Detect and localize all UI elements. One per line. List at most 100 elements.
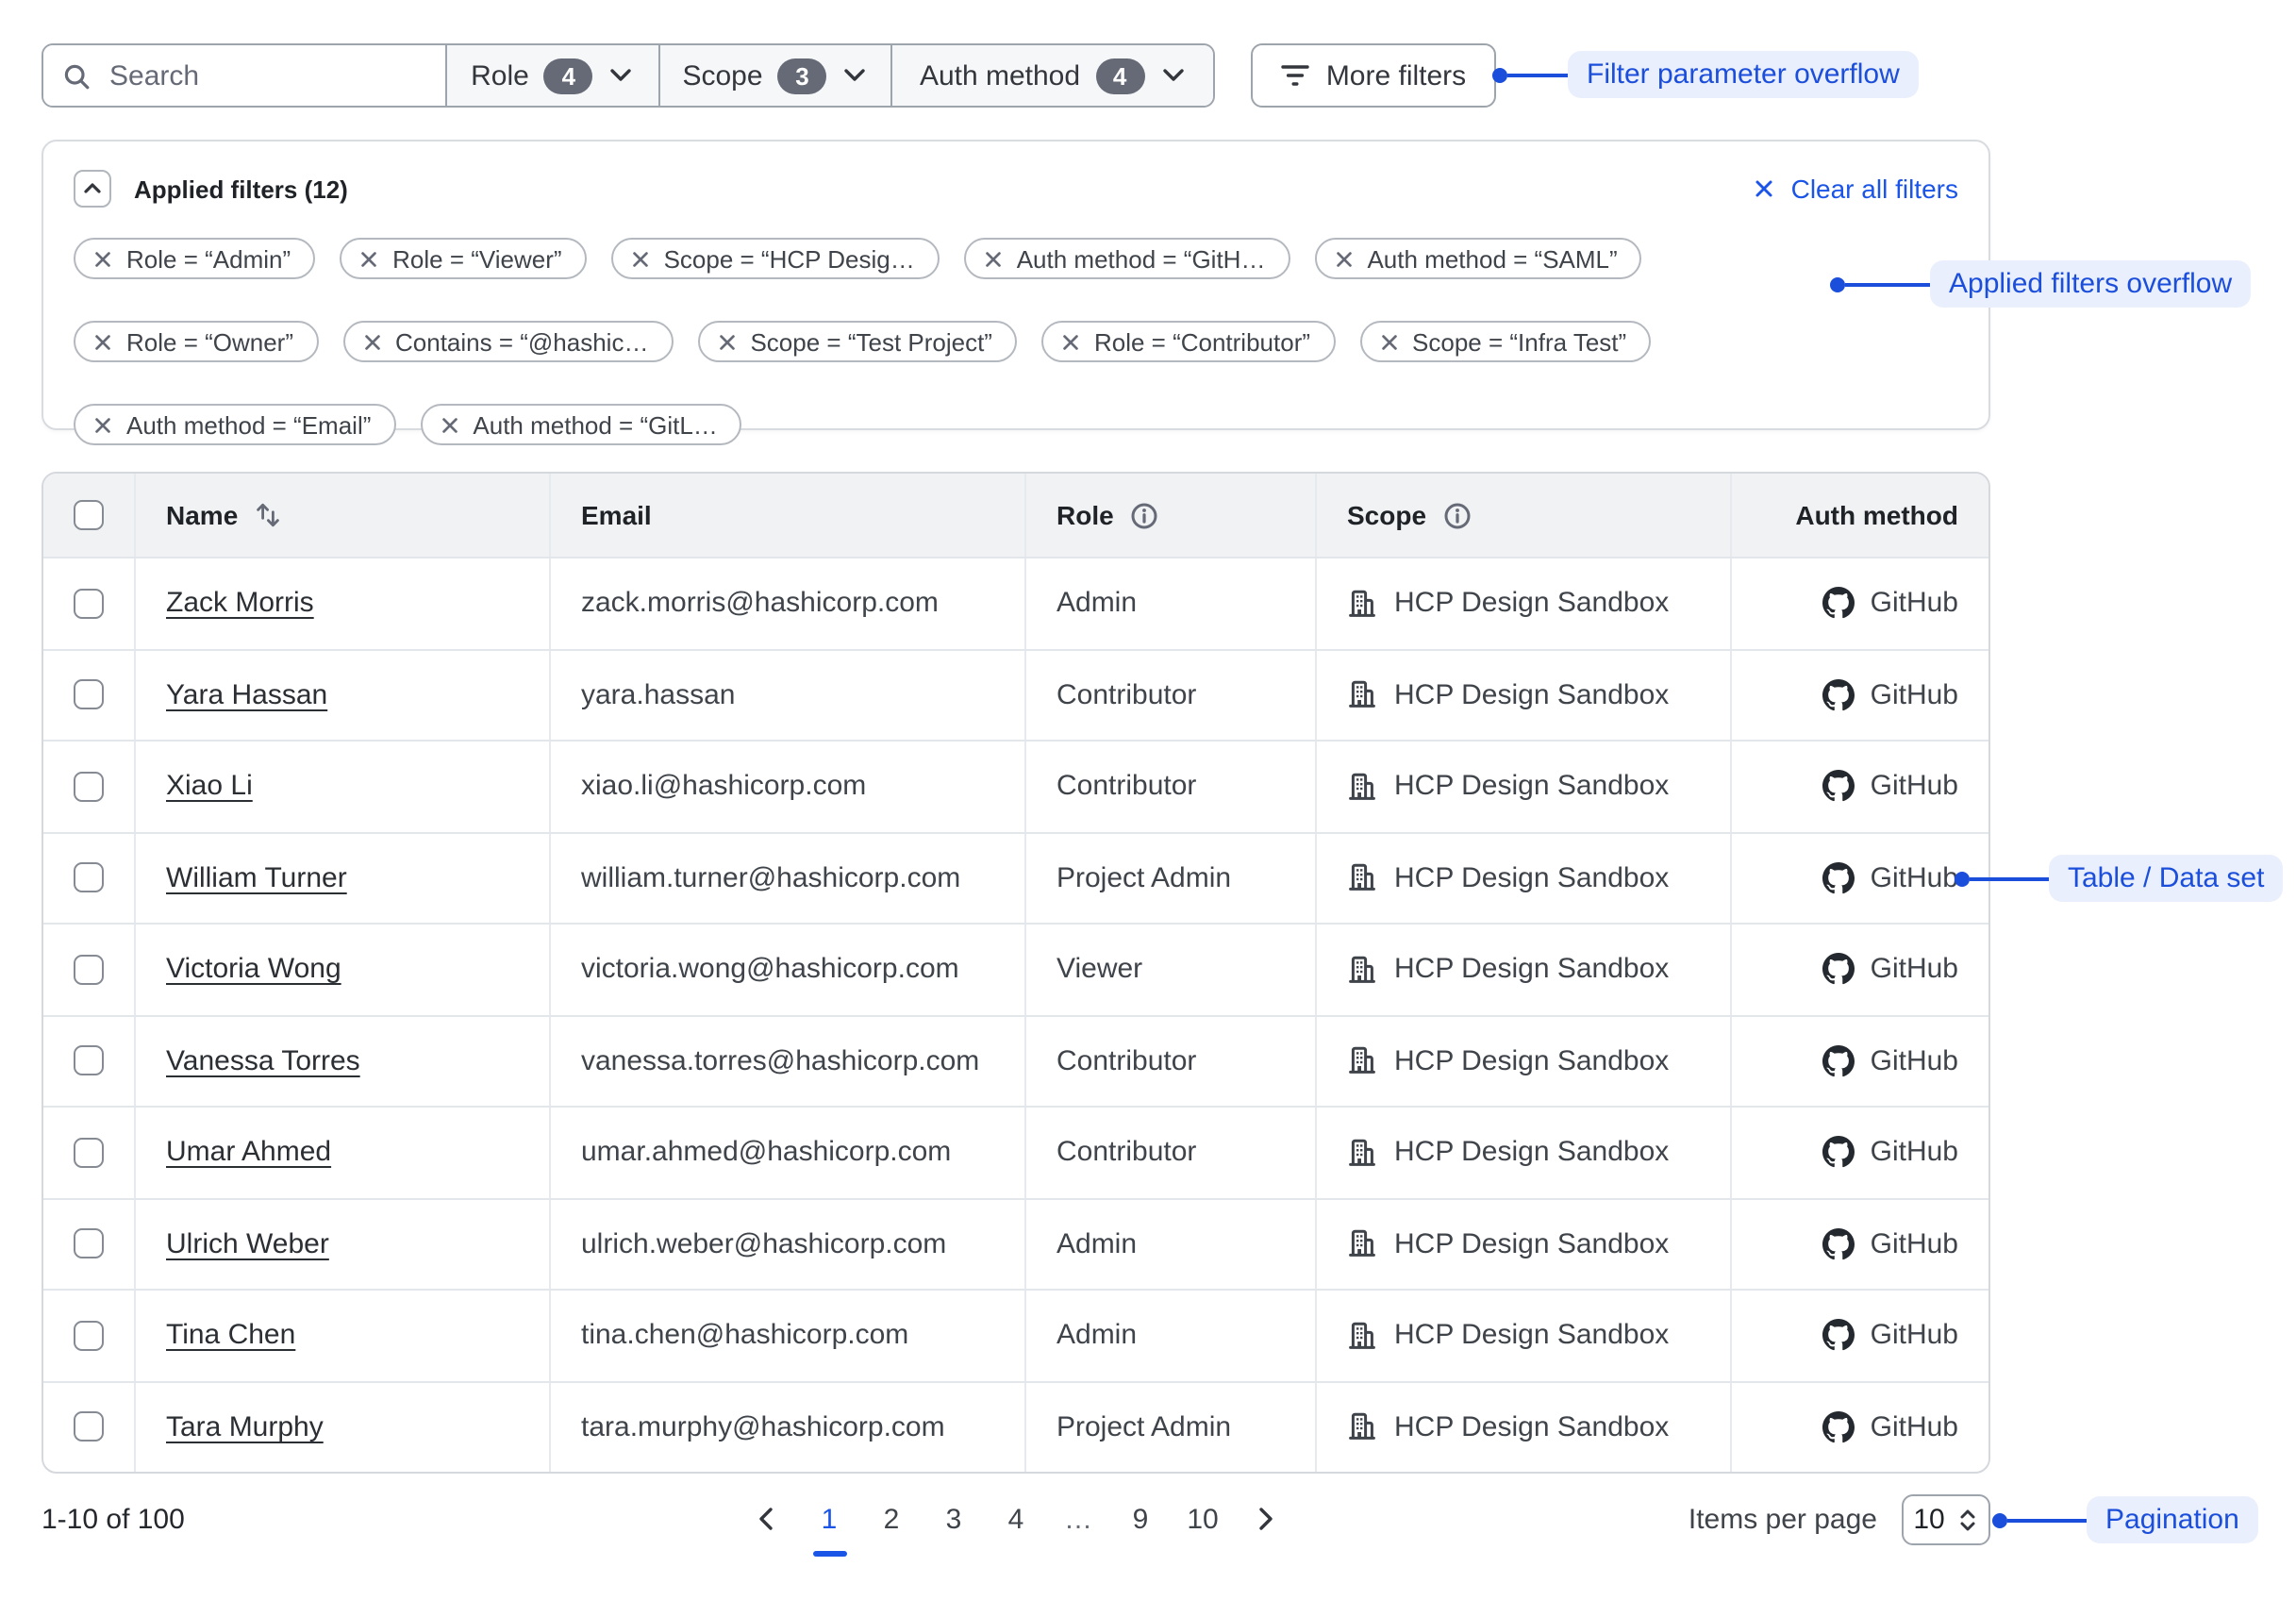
users-table: Name Email Role Scope Auth method Zack M… [42, 472, 1990, 1474]
remove-filter-icon[interactable] [361, 331, 382, 352]
info-icon[interactable] [1443, 501, 1472, 529]
row-checkbox[interactable] [74, 1046, 104, 1076]
table-row: Ulrich Weber ulrich.weber@hashicorp.com … [43, 1197, 1988, 1289]
scope-filter-label: Scope [682, 59, 762, 92]
select-all-checkbox[interactable] [74, 500, 104, 530]
user-role: Contributor [1026, 650, 1317, 740]
items-per-page-control: Items per page 10 [1689, 1494, 1990, 1545]
row-checkbox[interactable] [74, 1321, 104, 1351]
table-row: Zack Morris zack.morris@hashicorp.com Ad… [43, 557, 1988, 648]
table-row: Tara Murphy tara.murphy@hashicorp.com Pr… [43, 1380, 1988, 1472]
remove-filter-icon[interactable] [1378, 331, 1399, 352]
clear-all-filters-link[interactable]: Clear all filters [1754, 174, 1958, 204]
remove-filter-icon[interactable] [92, 248, 113, 269]
chevron-down-icon [608, 62, 635, 89]
info-icon[interactable] [1131, 501, 1159, 529]
user-scope: HCP Design Sandbox [1394, 1228, 1669, 1260]
user-email: vanessa.torres@hashicorp.com [551, 1016, 1026, 1106]
search-input[interactable] [106, 58, 426, 93]
github-icon [1823, 862, 1855, 894]
page-button-1[interactable]: 1 [805, 1494, 854, 1543]
close-icon [1754, 177, 1776, 200]
user-scope: HCP Design Sandbox [1394, 954, 1669, 986]
github-icon [1823, 954, 1855, 986]
search-field[interactable] [43, 45, 445, 106]
row-checkbox[interactable] [74, 1138, 104, 1168]
row-checkbox[interactable] [74, 955, 104, 985]
row-checkbox[interactable] [74, 772, 104, 802]
page-button-9[interactable]: 9 [1116, 1494, 1165, 1543]
remove-filter-icon[interactable] [1333, 248, 1354, 269]
user-role: Contributor [1026, 742, 1317, 831]
scope-filter-dropdown[interactable]: Scope 3 [658, 45, 890, 106]
page-button-10[interactable]: 10 [1178, 1494, 1227, 1543]
page-button-4[interactable]: 4 [991, 1494, 1040, 1543]
user-name-link[interactable]: Victoria Wong [166, 954, 341, 986]
row-checkbox[interactable] [74, 680, 104, 710]
user-role: Project Admin [1026, 833, 1317, 923]
user-email: zack.morris@hashicorp.com [551, 558, 1026, 648]
user-auth-method: GitHub [1871, 1228, 1958, 1260]
user-role: Admin [1026, 558, 1317, 648]
column-header-scope: Scope [1317, 474, 1732, 557]
items-per-page-select[interactable]: 10 [1902, 1494, 1990, 1545]
user-email: yara.hassan [551, 650, 1026, 740]
filter-chip: Role = “Owner” [74, 321, 318, 362]
user-name-link[interactable]: Tara Murphy [166, 1411, 324, 1443]
table-row: Yara Hassan yara.hassan Contributor HCP … [43, 648, 1988, 740]
remove-filter-icon[interactable] [1060, 331, 1081, 352]
annotation-filter-overflow: Filter parameter overflow [1568, 51, 1919, 98]
remove-filter-icon[interactable] [92, 331, 113, 352]
remove-filter-icon[interactable] [630, 248, 651, 269]
user-scope: HCP Design Sandbox [1394, 1320, 1669, 1352]
page-button-2[interactable]: 2 [867, 1494, 916, 1543]
github-icon [1823, 1411, 1855, 1443]
table-row: Vanessa Torres vanessa.torres@hashicorp.… [43, 1014, 1988, 1106]
user-name-link[interactable]: Umar Ahmed [166, 1137, 331, 1169]
user-scope: HCP Design Sandbox [1394, 771, 1669, 803]
org-building-icon [1347, 955, 1377, 985]
sort-icon[interactable] [255, 502, 281, 528]
user-name-link[interactable]: Yara Hassan [166, 679, 327, 711]
user-name-link[interactable]: Xiao Li [166, 771, 253, 803]
more-filters-button[interactable]: More filters [1251, 43, 1496, 108]
remove-filter-icon[interactable] [983, 248, 1004, 269]
column-header-name[interactable]: Name [136, 474, 551, 557]
github-icon [1823, 679, 1855, 711]
page: Role 4 Scope 3 Auth method 4 More filter… [0, 0, 2296, 1600]
column-header-auth-method: Auth method [1732, 474, 1988, 557]
row-checkbox[interactable] [74, 1412, 104, 1442]
user-role: Project Admin [1026, 1382, 1317, 1472]
role-filter-dropdown[interactable]: Role 4 [445, 45, 658, 106]
annotation-table: Table / Data set [2049, 855, 2283, 902]
user-name-link[interactable]: Zack Morris [166, 588, 314, 620]
previous-page-button[interactable] [742, 1494, 791, 1543]
row-checkbox[interactable] [74, 863, 104, 893]
org-building-icon [1347, 1412, 1377, 1442]
table-row: Tina Chen tina.chen@hashicorp.com Admin … [43, 1289, 1988, 1380]
user-email: umar.ahmed@hashicorp.com [551, 1108, 1026, 1197]
annotation-dot [1492, 68, 1507, 83]
auth-method-filter-dropdown[interactable]: Auth method 4 [890, 45, 1213, 106]
user-scope: HCP Design Sandbox [1394, 1411, 1669, 1443]
table-row: Umar Ahmed umar.ahmed@hashicorp.com Cont… [43, 1106, 1988, 1197]
next-page-button[interactable] [1240, 1494, 1289, 1543]
remove-filter-icon[interactable] [358, 248, 379, 269]
user-name-link[interactable]: Tina Chen [166, 1320, 295, 1352]
org-building-icon [1347, 680, 1377, 710]
remove-filter-icon[interactable] [439, 414, 459, 435]
applied-filters-title: Applied filters (12) [134, 175, 348, 203]
user-name-link[interactable]: Vanessa Torres [166, 1045, 360, 1077]
table-row: Xiao Li xiao.li@hashicorp.com Contributo… [43, 740, 1988, 831]
user-name-link[interactable]: Ulrich Weber [166, 1228, 329, 1260]
remove-filter-icon[interactable] [92, 414, 113, 435]
scope-filter-count-badge: 3 [778, 58, 827, 93]
page-button-3[interactable]: 3 [929, 1494, 978, 1543]
collapse-applied-filters-button[interactable] [74, 170, 111, 208]
row-checkbox[interactable] [74, 589, 104, 619]
user-name-link[interactable]: William Turner [166, 862, 347, 894]
column-header-email: Email [551, 474, 1026, 557]
org-building-icon [1347, 1321, 1377, 1351]
remove-filter-icon[interactable] [716, 331, 737, 352]
row-checkbox[interactable] [74, 1229, 104, 1259]
